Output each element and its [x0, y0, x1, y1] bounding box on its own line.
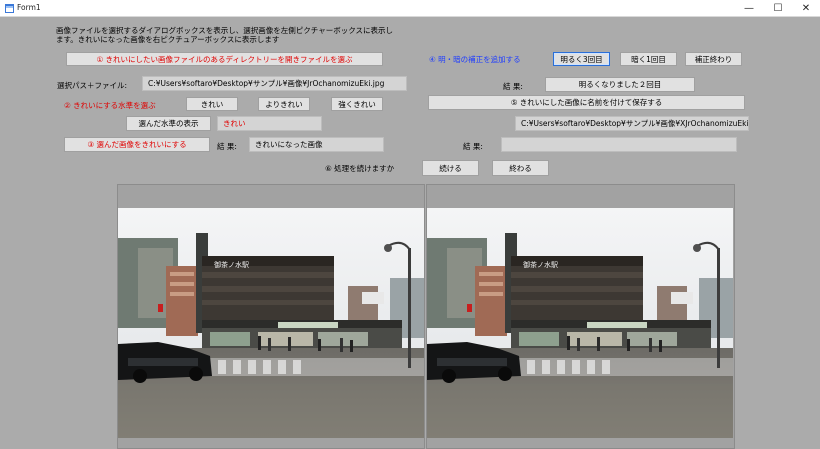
save-image-button[interactable]: ⑤ きれいにした画像に名前を付けて保存する: [428, 95, 745, 110]
level-option-kirei[interactable]: きれい: [186, 97, 238, 111]
continue-step-label: ⑥ 処理を続けますか: [325, 164, 395, 173]
apply-result-field: きれいになった画像: [249, 137, 384, 152]
maximize-button[interactable]: ☐: [764, 0, 792, 17]
original-picture-box: 御茶ノ水駅: [117, 184, 425, 449]
open-file-button[interactable]: ① きれいにしたい画像ファイルのあるディレクトリーを開きファイルを選ぶ: [66, 52, 383, 66]
path-field: C:¥Users¥softaro¥Desktop¥サンプル¥画像¥JrOchan…: [142, 76, 407, 91]
close-button[interactable]: ✕: [792, 0, 820, 17]
path-label: 選択パス＋ファイル:: [57, 81, 128, 90]
level-step-label: ② きれいにする水準を選ぶ: [64, 101, 156, 110]
original-station-photo: 御茶ノ水駅: [118, 208, 424, 438]
apply-result-label: 結 果:: [217, 142, 237, 151]
window-title: Form1: [17, 3, 41, 12]
brightness-step-label: ④ 明・暗の補正を追加する: [429, 55, 521, 64]
description-text: 画像ファイルを選択するダイアログボックスを表示し、選択画像を左側ピクチャーボック…: [56, 26, 393, 44]
show-level-button[interactable]: 選んだ水準の表示: [126, 116, 211, 131]
apply-button[interactable]: ③ 選んだ画像をきれいにする: [64, 137, 210, 152]
form-app-icon: [5, 4, 14, 13]
station-sign-text: 御茶ノ水駅: [214, 260, 249, 269]
processed-station-photo: 御茶ノ水駅: [427, 208, 733, 438]
save-path-field: C:¥Users¥softaro¥Desktop¥サンプル¥画像¥XJrOcha…: [515, 116, 749, 131]
continue-button[interactable]: 続ける: [422, 160, 479, 176]
save-result-label: 結 果:: [463, 142, 483, 151]
save-result-field: [501, 137, 737, 152]
station-sign-text: 御茶ノ水駅: [523, 260, 558, 269]
brightness-result-label: 結 果:: [503, 82, 523, 91]
brightness-result-box: 明るくなりました２回目: [545, 77, 695, 92]
finish-button[interactable]: 終わる: [492, 160, 549, 176]
end-correction-button[interactable]: 補正終わり: [685, 52, 742, 66]
level-option-tsuyoku-kirei[interactable]: 強くきれい: [331, 97, 383, 111]
minimize-button[interactable]: —: [735, 0, 763, 17]
level-option-yori-kirei[interactable]: よりきれい: [258, 97, 310, 111]
brighter-button[interactable]: 明るく3回目: [553, 52, 610, 66]
darker-button[interactable]: 暗く1回目: [620, 52, 677, 66]
selected-level-field: きれい: [217, 116, 322, 131]
title-bar: Form1 — ☐ ✕: [0, 0, 820, 17]
processed-picture-box: 御茶ノ水駅: [426, 184, 735, 449]
